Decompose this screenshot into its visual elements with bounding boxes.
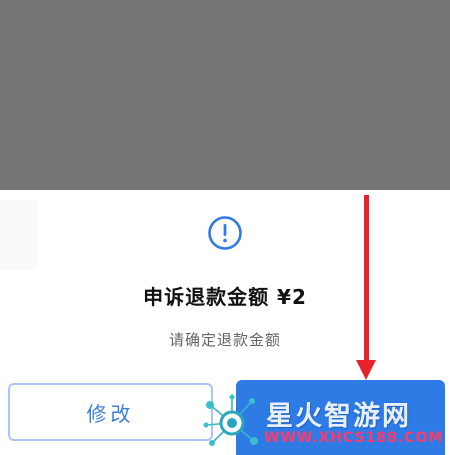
watermark-logo-icon [203,394,258,446]
watermark: 星火智游网 WWW.XHCS188.COM [202,388,450,455]
dialog-title: 申诉退款金额 ¥2 [143,285,307,309]
modify-button[interactable]: 修改 [8,383,213,441]
annotation-arrow-line [364,195,369,365]
info-circle-icon [208,216,242,250]
annotation-arrow-head [356,360,376,380]
watermark-url: WWW.XHCS188.COM [264,430,444,446]
dim-overlay[interactable] [0,0,450,190]
watermark-name: 星火智游网 [266,401,411,432]
dialog-left-edge [0,200,38,270]
dialog-subtitle: 请确定退款金额 [168,331,281,349]
